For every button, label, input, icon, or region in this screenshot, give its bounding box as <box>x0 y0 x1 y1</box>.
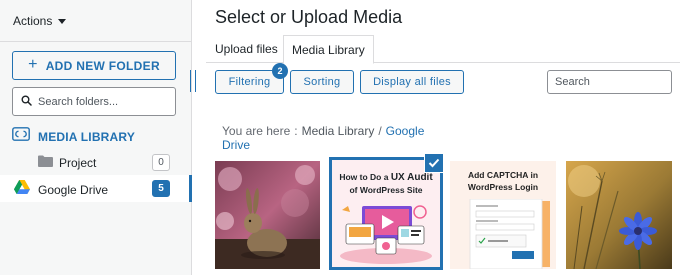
ux-audit-line2: of WordPress Site <box>349 185 423 195</box>
captcha-line1: Add CAPTCHA in <box>467 170 539 180</box>
add-new-folder-label: ADD NEW FOLDER <box>45 58 160 73</box>
rabbit-photo-image <box>215 161 320 269</box>
media-search-box <box>547 70 672 94</box>
captcha-login-illustration <box>469 199 550 269</box>
filtering-count-badge: 2 <box>272 63 288 79</box>
breadcrumb: You are here: Media Library / Google Drive <box>222 124 432 152</box>
selected-checkbox[interactable] <box>424 153 444 173</box>
ux-audit-line1-b: UX Audit <box>390 172 433 183</box>
folder-label-project: Project <box>59 156 97 170</box>
media-library-root[interactable]: MEDIA LIBRARY <box>12 127 135 146</box>
media-library-icon <box>12 127 30 146</box>
tab-upload-files[interactable]: Upload files <box>207 35 286 63</box>
ux-audit-line1-a: How to Do a <box>339 172 391 182</box>
folder-item-project[interactable]: Project 0 <box>38 154 170 172</box>
media-thumbnail-rabbit[interactable] <box>215 161 320 269</box>
plus-icon: + <box>28 55 38 73</box>
media-search-input[interactable] <box>555 76 664 88</box>
media-thumbnail-cornflower[interactable] <box>566 161 672 269</box>
page-title: Select or Upload Media <box>215 7 403 27</box>
sidebar-divider <box>0 41 192 42</box>
tab-media-library[interactable]: Media Library <box>283 35 374 64</box>
captcha-line2: WordPress Login <box>467 182 539 192</box>
checkmark-icon <box>428 158 440 168</box>
sidebar-resize-handle[interactable] <box>190 70 196 92</box>
folder-count-google-drive: 5 <box>152 180 170 197</box>
sorting-button[interactable]: Sorting <box>290 70 354 94</box>
folder-search-input[interactable] <box>38 95 168 108</box>
folder-sidebar: Actions + ADD NEW FOLDER MEDIA LIBRARY P… <box>0 0 192 275</box>
folder-search-box <box>12 87 176 116</box>
media-tabs: Upload files Media Library <box>206 35 680 64</box>
breadcrumb-colon: : <box>294 124 298 138</box>
actions-dropdown[interactable]: Actions <box>13 14 67 28</box>
folder-label-google-drive: Google Drive <box>38 182 109 197</box>
media-thumbnail-captcha[interactable]: Add CAPTCHA in WordPress Login <box>450 161 556 269</box>
breadcrumb-prefix: You are here <box>222 124 291 138</box>
search-icon <box>21 93 32 111</box>
media-library-label: MEDIA LIBRARY <box>38 129 136 144</box>
media-thumbnail-ux-audit[interactable]: How to Do a UX Audit of WordPress Site <box>329 157 443 270</box>
cornflower-photo-image <box>566 161 672 269</box>
caret-down-icon <box>58 19 67 24</box>
breadcrumb-slash: / <box>378 124 382 138</box>
add-new-folder-button[interactable]: + ADD NEW FOLDER <box>12 51 176 80</box>
ux-audit-illustration <box>340 205 432 264</box>
breadcrumb-item-media-library[interactable]: Media Library <box>302 124 375 138</box>
google-drive-icon <box>14 180 30 199</box>
folder-count-project: 0 <box>152 154 170 171</box>
folder-icon <box>38 154 53 172</box>
actions-label: Actions <box>13 14 53 28</box>
display-all-files-button[interactable]: Display all files <box>360 70 464 94</box>
folder-item-google-drive[interactable]: Google Drive 5 <box>14 180 170 199</box>
ux-audit-line1: How to Do a UX Audit <box>332 172 440 183</box>
